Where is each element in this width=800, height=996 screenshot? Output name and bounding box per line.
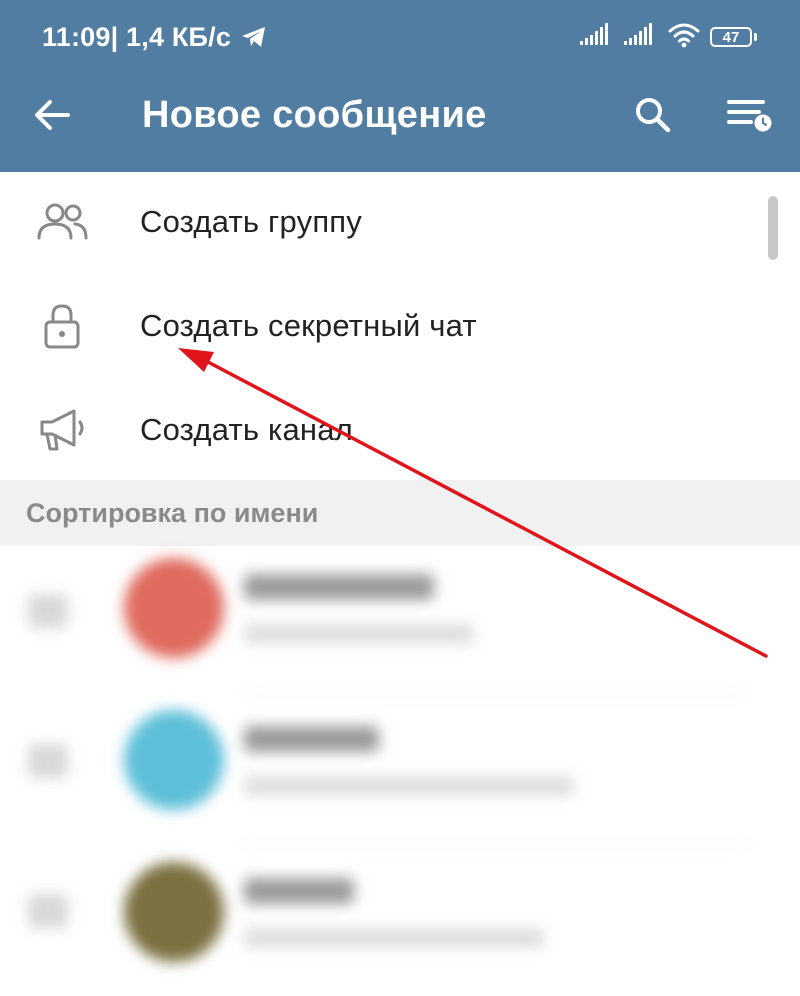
telegram-icon <box>241 25 267 49</box>
lock-icon <box>30 294 94 358</box>
page-title: Новое сообщение <box>142 94 487 136</box>
contact-checkbox <box>28 594 68 628</box>
avatar <box>124 862 224 962</box>
group-icon <box>30 190 94 254</box>
avatar <box>124 558 224 658</box>
contact-row[interactable] <box>0 546 800 696</box>
sort-time-icon <box>727 100 772 132</box>
contact-checkbox <box>28 894 68 928</box>
create-channel-item[interactable]: Создать канал <box>0 380 760 480</box>
contact-status <box>244 624 474 644</box>
contact-row[interactable] <box>0 696 800 846</box>
contact-name <box>244 574 434 600</box>
contacts-list <box>0 546 800 987</box>
contact-name <box>244 878 354 904</box>
signal-icon <box>580 22 614 52</box>
contact-name <box>244 726 379 752</box>
search-icon <box>636 98 671 133</box>
arrow-left-icon <box>35 100 70 130</box>
create-secret-chat-label: Создать секретный чат <box>140 308 477 343</box>
app-bar: 11:09 | 1,4 КБ/с 47 Новое сообщение <box>0 0 800 172</box>
contact-status <box>244 928 544 948</box>
signal-icon-2 <box>624 22 658 52</box>
battery-level: 47 <box>722 28 740 46</box>
status-network-speed: | 1,4 КБ/с <box>110 21 232 52</box>
back-button[interactable] <box>28 88 76 142</box>
status-right: 47 <box>580 22 757 53</box>
battery-icon: 47 <box>710 27 757 47</box>
status-left: 11:09 | 1,4 КБ/с <box>42 20 267 54</box>
avatar <box>124 710 224 810</box>
megaphone-icon <box>30 398 94 462</box>
create-channel-label: Создать канал <box>140 412 353 447</box>
section-header: Сортировка по имени <box>0 480 800 546</box>
search-button[interactable] <box>626 88 680 142</box>
wifi-icon <box>668 22 700 53</box>
create-secret-chat-item[interactable]: Создать секретный чат <box>0 276 760 376</box>
status-bar: 11:09 | 1,4 КБ/с 47 <box>0 0 800 72</box>
contact-checkbox <box>28 744 68 778</box>
create-group-item[interactable]: Создать группу <box>0 172 760 272</box>
scrollbar[interactable] <box>768 196 778 260</box>
section-header-label: Сортировка по имени <box>26 498 319 528</box>
status-time: 11:09 <box>42 21 111 52</box>
create-group-label: Создать группу <box>140 204 362 239</box>
contact-row[interactable] <box>0 846 800 996</box>
contact-status <box>244 776 574 796</box>
sort-button[interactable] <box>720 88 780 142</box>
